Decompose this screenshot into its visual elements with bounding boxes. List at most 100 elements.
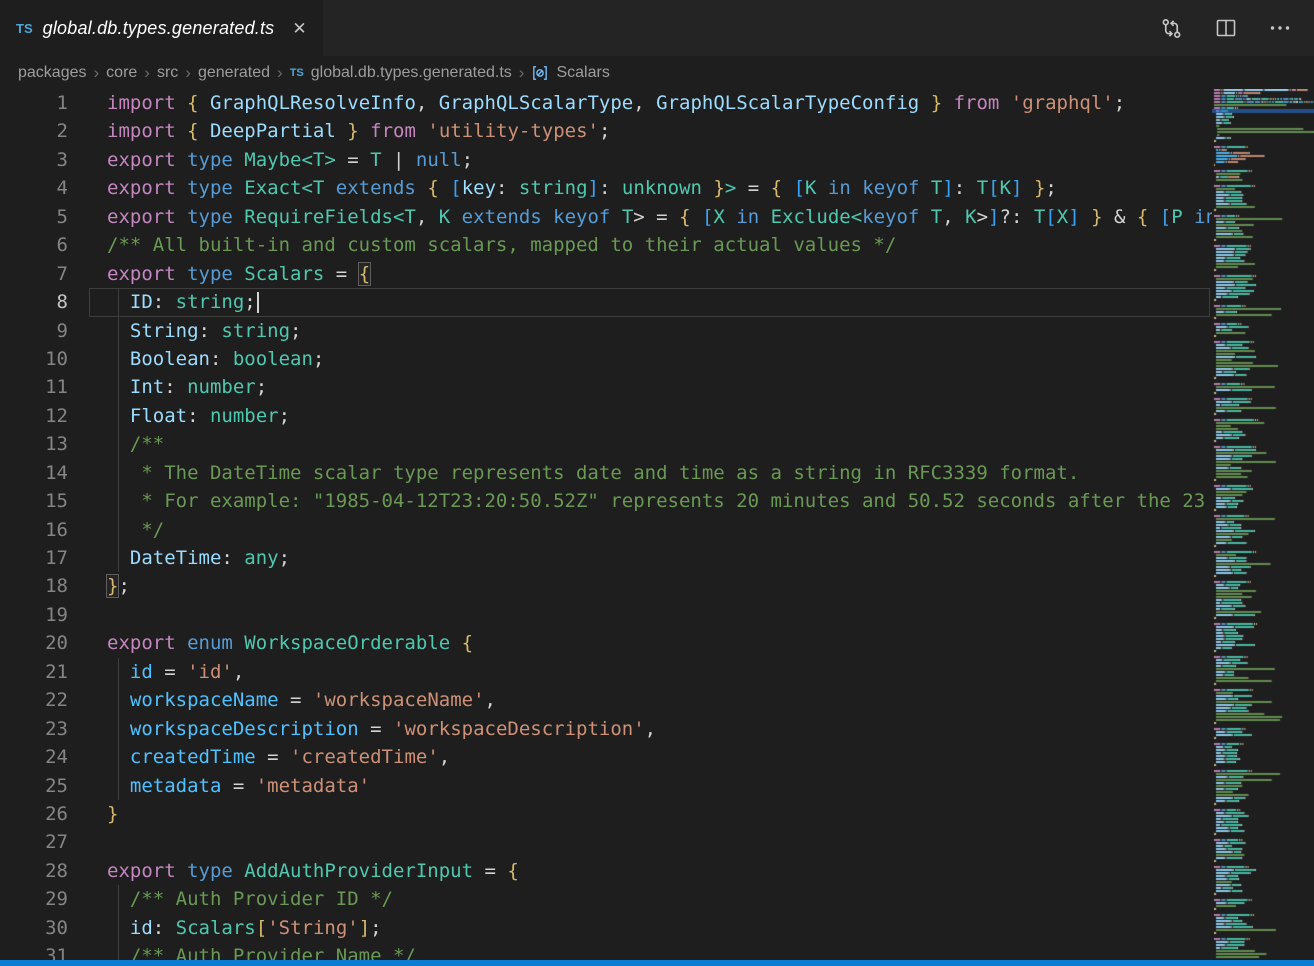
line-number[interactable]: 2: [0, 117, 68, 145]
line-number[interactable]: 8: [0, 288, 68, 316]
breadcrumb-item-generated[interactable]: generated: [198, 64, 270, 82]
code-text: * For example: "1985-04-12T23:20:50.52Z"…: [107, 487, 1205, 515]
chevron-right-icon: ›: [185, 63, 191, 83]
code-line-9[interactable]: 9 String: string;: [0, 317, 1212, 345]
breadcrumb-item-symbol[interactable]: Scalars: [556, 64, 609, 82]
indent-guide: [118, 459, 119, 487]
indent-guide: [118, 317, 119, 345]
typescript-file-icon: TS: [16, 21, 33, 36]
code-text: createdTime = 'createdTime',: [107, 743, 450, 771]
typescript-file-icon: TS: [290, 67, 304, 79]
line-number[interactable]: 23: [0, 715, 68, 743]
code-text: export type Exact<T extends { [key: stri…: [107, 174, 1057, 202]
indent-guide: [118, 373, 119, 401]
minimap[interactable]: [1212, 89, 1314, 961]
code-line-25[interactable]: 25 metadata = 'metadata': [0, 772, 1212, 800]
line-number[interactable]: 16: [0, 516, 68, 544]
code-line-21[interactable]: 21 id = 'id',: [0, 658, 1212, 686]
code-line-15[interactable]: 15 * For example: "1985-04-12T23:20:50.5…: [0, 487, 1212, 515]
indent-guide: [118, 430, 119, 458]
close-icon[interactable]: ✕: [292, 20, 306, 37]
code-line-19[interactable]: 19: [0, 601, 1212, 629]
line-number[interactable]: 1: [0, 89, 68, 117]
line-number[interactable]: 9: [0, 317, 68, 345]
breadcrumb-item-file[interactable]: global.db.types.generated.ts: [311, 64, 512, 82]
line-number[interactable]: 22: [0, 686, 68, 714]
code-viewport[interactable]: 1import { GraphQLResolveInfo, GraphQLSca…: [0, 89, 1212, 966]
line-number[interactable]: 18: [0, 572, 68, 600]
code-line-7[interactable]: 7 export type Scalars = {: [0, 260, 1212, 288]
line-number[interactable]: 15: [0, 487, 68, 515]
breadcrumb-item-packages[interactable]: packages: [18, 64, 87, 82]
code-line-29[interactable]: 29 /** Auth Provider ID */: [0, 885, 1212, 913]
line-number[interactable]: 21: [0, 658, 68, 686]
code-line-4[interactable]: 4 export type Exact<T extends { [key: str…: [0, 174, 1212, 202]
line-number[interactable]: 11: [0, 373, 68, 401]
code-line-28[interactable]: 28export type AddAuthProviderInput = {: [0, 857, 1212, 885]
indent-guide: [118, 743, 119, 771]
line-number[interactable]: 4: [0, 174, 68, 202]
line-number[interactable]: 10: [0, 345, 68, 373]
tab-global-db-types-generated[interactable]: TS global.db.types.generated.ts ✕: [0, 0, 323, 56]
code-line-12[interactable]: 12 Float: number;: [0, 402, 1212, 430]
line-number[interactable]: 12: [0, 402, 68, 430]
line-number[interactable]: 30: [0, 914, 68, 942]
code-line-22[interactable]: 22 workspaceName = 'workspaceName',: [0, 686, 1212, 714]
line-number[interactable]: 3: [0, 146, 68, 174]
code-text: export type RequireFields<T, K extends k…: [107, 203, 1212, 231]
line-number[interactable]: 17: [0, 544, 68, 572]
line-number[interactable]: 20: [0, 629, 68, 657]
line-number[interactable]: 29: [0, 885, 68, 913]
indent-guide: [118, 885, 119, 913]
code-line-16[interactable]: 16 */: [0, 516, 1212, 544]
code-line-26[interactable]: 26}: [0, 800, 1212, 828]
code-line-10[interactable]: 10 Boolean: boolean;: [0, 345, 1212, 373]
code-line-30[interactable]: 30 id: Scalars['String'];: [0, 914, 1212, 942]
indent-guide: [118, 345, 119, 373]
breadcrumb-item-core[interactable]: core: [106, 64, 137, 82]
line-number[interactable]: 5: [0, 203, 68, 231]
code-text: Float: number;: [107, 402, 290, 430]
code-text: metadata = 'metadata': [107, 772, 370, 800]
code-line-27[interactable]: 27: [0, 828, 1212, 856]
breadcrumb: packages › core › src › generated › TS g…: [0, 56, 1314, 89]
line-number[interactable]: 27: [0, 828, 68, 856]
code-line-24[interactable]: 24 createdTime = 'createdTime',: [0, 743, 1212, 771]
line-number[interactable]: 28: [0, 857, 68, 885]
line-number[interactable]: 19: [0, 601, 68, 629]
code-text: Boolean: boolean;: [107, 345, 324, 373]
more-actions-icon[interactable]: [1268, 16, 1292, 40]
code-line-18[interactable]: 18};: [0, 572, 1212, 600]
code-line-1[interactable]: 1import { GraphQLResolveInfo, GraphQLSca…: [0, 89, 1212, 117]
code-line-2[interactable]: 2import { DeepPartial } from 'utility-ty…: [0, 117, 1212, 145]
code-line-6[interactable]: 6/** All built-in and custom scalars, ma…: [0, 231, 1212, 259]
line-number[interactable]: 6: [0, 231, 68, 259]
line-number[interactable]: 14: [0, 459, 68, 487]
split-editor-icon[interactable]: [1214, 16, 1238, 40]
indent-guide: [118, 715, 119, 743]
code-line-13[interactable]: 13 /**: [0, 430, 1212, 458]
code-line-17[interactable]: 17 DateTime: any;: [0, 544, 1212, 572]
code-line-5[interactable]: 5 export type RequireFields<T, K extends …: [0, 203, 1212, 231]
indent-guide: [118, 914, 119, 942]
code-line-23[interactable]: 23 workspaceDescription = 'workspaceDesc…: [0, 715, 1212, 743]
line-number[interactable]: 24: [0, 743, 68, 771]
code-line-14[interactable]: 14 * The DateTime scalar type represents…: [0, 459, 1212, 487]
open-changes-icon[interactable]: [1159, 16, 1184, 41]
line-number[interactable]: 7: [0, 260, 68, 288]
code-line-3[interactable]: 3export type Maybe<T> = T | null;: [0, 146, 1212, 174]
code-text: }: [107, 800, 118, 828]
code-text: export type Scalars = {: [107, 260, 370, 288]
indent-guide: [118, 516, 119, 544]
code-text: */: [107, 516, 164, 544]
code-editor: 1import { GraphQLResolveInfo, GraphQLSca…: [0, 89, 1314, 966]
line-number[interactable]: 13: [0, 430, 68, 458]
code-line-20[interactable]: 20export enum WorkspaceOrderable {: [0, 629, 1212, 657]
code-text: workspaceName = 'workspaceName',: [107, 686, 496, 714]
breadcrumb-item-src[interactable]: src: [157, 64, 178, 82]
tab-bar: TS global.db.types.generated.ts ✕: [0, 0, 1314, 56]
line-number[interactable]: 26: [0, 800, 68, 828]
code-line-11[interactable]: 11 Int: number;: [0, 373, 1212, 401]
line-number[interactable]: 25: [0, 772, 68, 800]
code-line-8[interactable]: 8 ID: string;: [0, 288, 1212, 316]
